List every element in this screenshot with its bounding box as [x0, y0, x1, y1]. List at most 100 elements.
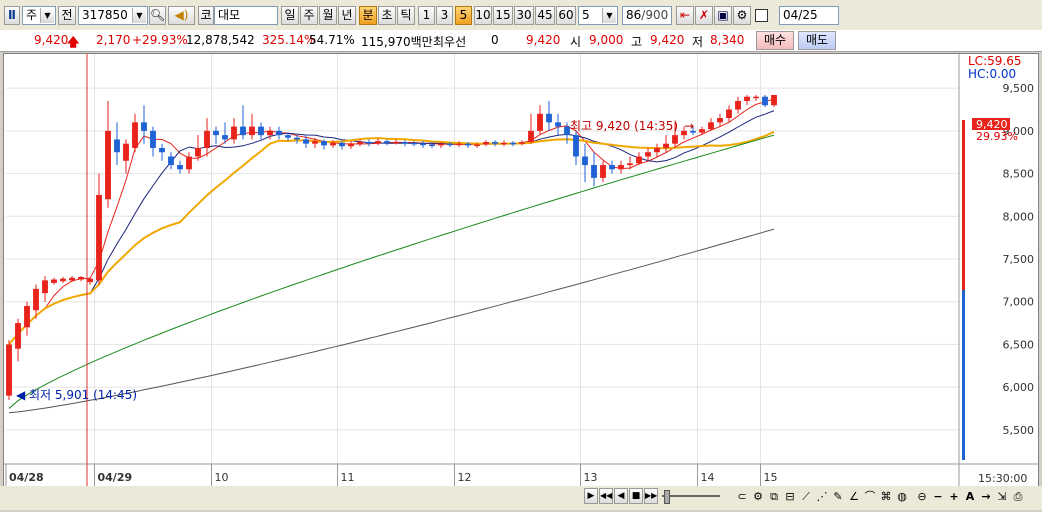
candle-body [96, 194, 102, 281]
chevron-down-icon: ▼ [602, 8, 616, 23]
candle-body [600, 165, 606, 178]
high-value: 9,420 [650, 33, 685, 47]
period-tick[interactable]: 틱 [397, 6, 415, 25]
priority-qty: 0 [491, 33, 499, 47]
date-axis: 04/28 04/29 10 11 12 13 14 15 [4, 463, 1038, 486]
zoom-slider-handle[interactable] [664, 490, 670, 504]
y-tick-label: 7,000 [1003, 296, 1035, 309]
gear-icon[interactable]: ⚙ [750, 489, 766, 505]
candle-body [618, 165, 624, 170]
interval-15[interactable]: 15 [493, 6, 513, 25]
candle-body [114, 139, 120, 153]
scroll-right-button[interactable]: ▶ [584, 488, 598, 504]
buy-button[interactable]: 매수 [756, 31, 794, 50]
crosshair-icon[interactable]: ✗ [695, 6, 713, 25]
fib-tool-icon[interactable]: ⌘ [878, 489, 894, 505]
arrow-right-icon[interactable]: → [978, 489, 994, 505]
market-select[interactable]: 주 ▼ [22, 6, 56, 25]
angle-tool-icon[interactable]: ∠ [846, 489, 862, 505]
candlestick-chart[interactable]: 9,5009,0008,5008,0007,5007,0006,5006,000… [4, 54, 1038, 486]
price-change: 2,170 [96, 33, 131, 47]
sell-button[interactable]: 매도 [798, 31, 836, 50]
interval-1[interactable]: 1 [418, 6, 435, 25]
prev-button[interactable]: ◀ [614, 488, 628, 504]
top-toolbar: Ⅱ 주 ▼ 전 317850 ▼ 🔍︎ ◀) 코 대모 일 주 월 년 분 초 … [0, 0, 1042, 31]
candle-body [654, 147, 660, 153]
zoom-slider-track[interactable] [662, 495, 720, 497]
pen-tool-icon[interactable]: ✎ [830, 489, 846, 505]
date-checkbox[interactable] [755, 9, 768, 22]
speaker-icon[interactable]: ◀) [168, 6, 195, 25]
candle-body [429, 144, 435, 147]
zoom-out-icon[interactable]: ⊖ [914, 489, 930, 505]
interval-3[interactable]: 3 [436, 6, 453, 25]
fast-forward-button[interactable]: ▶▶ [644, 488, 658, 504]
minus-icon[interactable]: − [930, 489, 946, 505]
y-tick-label: 9,500 [1003, 82, 1035, 95]
interval-select[interactable]: 5 ▼ [578, 6, 618, 25]
scroll-left-icon[interactable]: ⇤ [676, 6, 694, 25]
plus-icon[interactable]: + [946, 489, 962, 505]
search-icon[interactable]: 🔍︎ [149, 6, 166, 25]
chart-menu-icon[interactable]: Ⅱ [4, 6, 20, 25]
date-input[interactable]: 04/25 [779, 6, 839, 25]
candle-body [744, 96, 750, 101]
bottom-toolbar: ▶ ◀◀ ◀ ■ ▶▶ ⊂ ⚙ ⧉ ⊟ ⟋ ⋰ ✎ ∠ ⌒ ⌘ ◍ ⊖ − + … [0, 486, 1042, 510]
period-year[interactable]: 년 [338, 6, 356, 25]
candle-body [510, 142, 516, 145]
chart-panel[interactable]: 9,500 9,000 8,500 8,000 7,500 7,000 6,500 6,000… [3, 53, 1039, 487]
candle-body [726, 109, 732, 119]
prefix-button[interactable]: 전 [58, 6, 76, 25]
interval-5[interactable]: 5 [455, 6, 472, 25]
magnet-icon[interactable]: ⊂ [734, 489, 750, 505]
candle-body [339, 142, 345, 147]
copy-icon[interactable]: ⧉ [766, 489, 782, 505]
candle-body [267, 130, 273, 136]
lock-icon[interactable]: ⊟ [782, 489, 798, 505]
line-tool-icon[interactable]: ⟋ [798, 489, 814, 505]
count-total: /900 [641, 8, 669, 22]
high-annotation: 최고 9,420 (14:35) [570, 119, 678, 133]
period-minute[interactable]: 분 [359, 6, 377, 25]
candle-body [573, 135, 579, 157]
interval-45[interactable]: 45 [535, 6, 555, 25]
print-icon[interactable]: ⎙ [1010, 489, 1026, 505]
turnover-ratio: 54.71% [309, 33, 355, 47]
code-input[interactable]: 317850 ▼ [78, 6, 148, 25]
y-tick-label: 6,000 [1003, 381, 1035, 394]
gear-icon[interactable]: ⚙ [733, 6, 751, 25]
text-tool-icon[interactable]: A [962, 489, 978, 505]
save-icon[interactable]: ▣ [714, 6, 732, 25]
y-tick-label: 8,000 [1003, 210, 1035, 223]
interval-30[interactable]: 30 [514, 6, 534, 25]
candle-body [213, 130, 219, 136]
rewind-button[interactable]: ◀◀ [599, 488, 613, 504]
candle-body [249, 126, 255, 136]
stop-button[interactable]: ■ [629, 488, 643, 504]
stock-name-field[interactable]: 대모 [214, 6, 278, 25]
interval-10[interactable]: 10 [474, 6, 492, 25]
count-value: 86 [626, 8, 642, 22]
count-input[interactable]: 86/900 [622, 6, 672, 25]
candle-body [42, 280, 48, 294]
candles [6, 95, 777, 400]
trend-tool-icon[interactable]: ⋰ [814, 489, 830, 505]
candle-body [321, 141, 327, 146]
candle-body [159, 147, 165, 153]
candle-body [762, 96, 768, 106]
shape-tool-icon[interactable]: ◍ [894, 489, 910, 505]
candle-body [150, 130, 156, 148]
date-label: 14 [701, 471, 715, 484]
volume-ratio: 325.14% [262, 33, 316, 47]
trade-amount: 115,970백만 [361, 35, 433, 49]
open-value: 9,000 [589, 33, 624, 47]
period-week[interactable]: 주 [300, 6, 318, 25]
low-annotation: 최저 5,901 (14:45) [29, 388, 137, 402]
export-icon[interactable]: ⇲ [994, 489, 1010, 505]
curve-tool-icon[interactable]: ⌒ [862, 489, 878, 505]
period-second[interactable]: 초 [378, 6, 396, 25]
period-day[interactable]: 일 [281, 6, 299, 25]
interval-60[interactable]: 60 [556, 6, 576, 25]
period-month[interactable]: 월 [319, 6, 337, 25]
candle-body [402, 141, 408, 144]
